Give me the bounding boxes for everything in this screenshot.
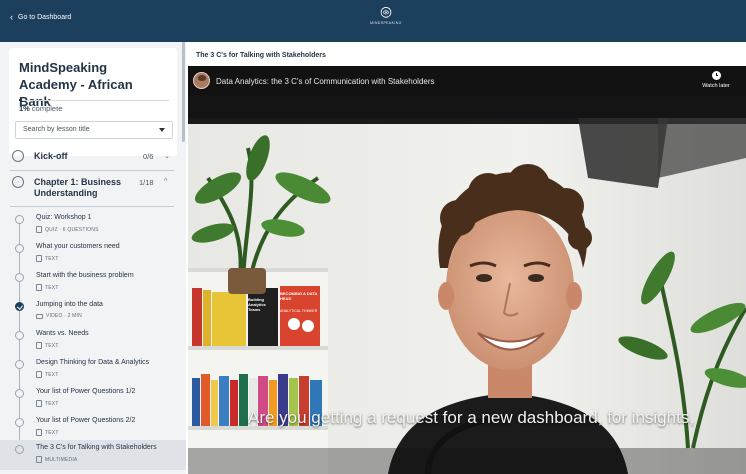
logo-icon — [380, 6, 392, 18]
video-header: Data Analytics: the 3 C's of Communicati… — [188, 66, 746, 96]
lesson-status-icon — [15, 389, 24, 398]
book-title: BECOMING A DATA HEAD — [280, 291, 318, 301]
lesson-page-title: The 3 C's for Talking with Stakeholders — [196, 52, 326, 59]
course-sidebar: MindSpeaking Academy - African Bank 1% c… — [0, 42, 186, 474]
lesson-item[interactable]: Design Thinking for Data & Analytics TEX… — [0, 355, 186, 384]
lesson-title: Your list of Power Questions 1/2 — [36, 388, 136, 395]
lesson-status-icon — [15, 215, 24, 224]
watch-later-button[interactable]: Watch later — [696, 71, 736, 89]
search-placeholder: Search by lesson title — [23, 126, 90, 133]
lesson-title: What your customers need — [36, 243, 120, 250]
lesson-meta-text: QUIZ · 6 QUESTIONS — [45, 226, 99, 233]
document-icon — [36, 456, 42, 463]
caret-down-icon — [159, 128, 165, 132]
lesson-meta-text: TEXT — [45, 255, 59, 262]
channel-avatar[interactable] — [193, 72, 210, 89]
lesson-meta: TEXT — [36, 255, 59, 262]
go-to-dashboard-label: Go to Dashboard — [18, 14, 72, 21]
lesson-title: Start with the business problem — [36, 272, 134, 279]
lesson-meta-text: TEXT — [45, 400, 59, 407]
document-icon — [36, 400, 42, 407]
section-title: Kick-off — [34, 151, 68, 161]
lesson-title: Your list of Power Questions 2/2 — [36, 417, 136, 424]
progress-suffix: complete — [29, 104, 63, 113]
section-kick-off[interactable]: Kick-off 0/6 ⌄ — [0, 145, 186, 171]
lesson-meta: TEXT — [36, 400, 59, 407]
lesson-status-icon — [15, 273, 24, 282]
lesson-status-icon — [15, 360, 24, 369]
lesson-meta-text: MULTIMEDIA — [45, 456, 78, 463]
book-title: ANALYTICAL THINKER — [280, 309, 318, 313]
checkmark-icon — [15, 302, 24, 311]
divider — [10, 206, 174, 207]
lesson-status-icon — [15, 244, 24, 253]
section-count: 0/6 — [143, 152, 154, 161]
lesson-status-icon — [15, 418, 24, 427]
lesson-item[interactable]: What your customers need TEXT — [0, 239, 186, 268]
course-title: MindSpeaking Academy - African Bank — [19, 60, 133, 109]
lesson-meta: VIDEO · 2 MIN — [36, 313, 82, 319]
progress-percent: 1% — [19, 104, 30, 113]
lesson-item[interactable]: Your list of Power Questions 2/2 TEXT — [0, 413, 186, 442]
section-chapter-1[interactable]: Chapter 1: Business Understanding 1/18 ^ — [0, 174, 186, 206]
lesson-search-dropdown[interactable]: Search by lesson title — [15, 121, 173, 139]
video-caption: Are you getting a request for a new dash… — [248, 408, 695, 427]
lesson-meta: TEXT — [36, 342, 59, 349]
section-title: Chapter 1: Business Understanding — [34, 177, 122, 198]
lesson-meta-text: TEXT — [45, 371, 59, 378]
lesson-status-icon — [15, 445, 24, 454]
document-icon — [36, 284, 42, 291]
progress-track — [19, 100, 169, 101]
lesson-meta: TEXT — [36, 371, 59, 378]
lesson-meta: TEXT — [36, 284, 59, 291]
lesson-meta: MULTIMEDIA — [36, 456, 77, 463]
lesson-item[interactable]: Your list of Power Questions 1/2 TEXT — [0, 384, 186, 413]
lesson-item[interactable]: Wants vs. Needs TEXT — [0, 326, 186, 355]
go-to-dashboard-link[interactable]: ‹ Go to Dashboard — [10, 12, 72, 22]
document-icon — [36, 255, 42, 262]
lesson-meta-text: TEXT — [45, 342, 59, 349]
lesson-meta-text: TEXT — [45, 429, 59, 436]
video-player[interactable]: Data Analytics: the 3 C's of Communicati… — [188, 66, 746, 474]
lesson-item-active[interactable]: The 3 C's for Talking with Stakeholders … — [0, 440, 186, 470]
logo[interactable]: MINDSPEAKING — [356, 4, 416, 38]
logo-text: MINDSPEAKING — [370, 21, 402, 25]
lesson-content: The 3 C's for Talking with Stakeholders … — [188, 42, 746, 474]
lesson-title: Jumping into the data — [36, 301, 103, 308]
section-count: 1/18 — [139, 178, 154, 187]
top-bar: ‹ Go to Dashboard MINDSPEAKING — [0, 0, 746, 42]
section-status-icon — [12, 150, 24, 162]
progress-text: 1% complete — [19, 104, 62, 113]
lesson-title: Wants vs. Needs — [36, 330, 89, 337]
section-status-icon — [12, 176, 24, 188]
lesson-meta: QUIZ · 6 QUESTIONS — [36, 226, 99, 233]
sidebar-scrollbar[interactable] — [182, 42, 185, 142]
lesson-meta-text: VIDEO · 2 MIN — [46, 313, 82, 319]
document-icon — [36, 342, 42, 349]
clock-icon — [711, 71, 721, 80]
document-icon — [36, 429, 42, 436]
video-icon — [36, 313, 43, 319]
lesson-title: Quiz: Workshop 1 — [36, 214, 92, 221]
watch-later-label: Watch later — [702, 83, 730, 89]
lesson-meta: TEXT — [36, 429, 59, 436]
lesson-title: The 3 C's for Talking with Stakeholders — [36, 444, 157, 451]
lesson-meta-text: TEXT — [45, 284, 59, 291]
divider — [10, 170, 174, 171]
document-icon — [36, 371, 42, 378]
lesson-status-icon — [15, 331, 24, 340]
book-title: Building Analytics Teams — [248, 297, 266, 312]
chevron-down-icon: ⌄ — [164, 153, 170, 160]
lesson-item[interactable]: Start with the business problem TEXT — [0, 268, 186, 297]
chevron-up-icon: ^ — [164, 178, 168, 185]
lesson-item[interactable]: Jumping into the data VIDEO · 2 MIN — [0, 297, 186, 326]
video-title[interactable]: Data Analytics: the 3 C's of Communicati… — [216, 77, 435, 86]
document-icon — [36, 226, 42, 233]
progress-fill — [19, 99, 22, 101]
lesson-item[interactable]: Quiz: Workshop 1 QUIZ · 6 QUESTIONS — [0, 210, 186, 239]
chevron-left-icon: ‹ — [10, 12, 13, 22]
lesson-title: Design Thinking for Data & Analytics — [36, 359, 150, 366]
course-card: MindSpeaking Academy - African Bank 1% c… — [9, 48, 177, 156]
